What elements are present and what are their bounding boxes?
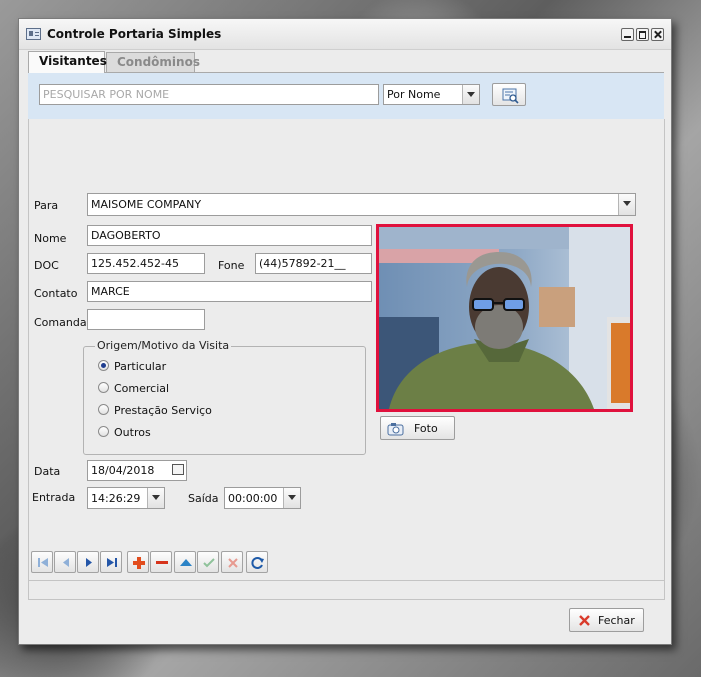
camera-icon <box>387 423 404 436</box>
cancel-record-button[interactable] <box>221 551 243 573</box>
contato-field[interactable]: MARCE <box>87 281 372 302</box>
visitor-photo <box>376 224 633 412</box>
search-button[interactable] <box>492 83 526 106</box>
radio-particular[interactable] <box>98 360 109 371</box>
comanda-label: Comanda <box>34 316 87 329</box>
fone-label: Fone <box>218 259 245 272</box>
delete-record-button[interactable] <box>150 551 172 573</box>
minimize-button[interactable] <box>621 28 634 41</box>
post-record-button[interactable] <box>197 551 219 573</box>
contato-label: Contato <box>34 287 78 300</box>
para-select[interactable]: MAISOME COMPANY <box>87 193 636 216</box>
last-record-button[interactable] <box>100 551 122 573</box>
close-window-button[interactable] <box>651 28 664 41</box>
saida-value: 00:00:00 <box>228 492 278 505</box>
nome-label: Nome <box>34 232 67 245</box>
foto-button-label: Foto <box>414 422 438 435</box>
data-value: 18/04/2018 <box>91 464 155 477</box>
fone-field[interactable]: (44)57892-21__ <box>255 253 372 274</box>
doc-field[interactable]: 125.452.452-45 <box>87 253 205 274</box>
search-input[interactable] <box>39 84 379 105</box>
chevron-down-icon <box>147 488 164 508</box>
data-label: Data <box>34 465 61 478</box>
title-bar[interactable]: Controle Portaria Simples <box>19 19 671 50</box>
chevron-down-icon <box>283 488 300 508</box>
search-list-icon <box>502 88 519 104</box>
divider <box>28 599 665 600</box>
app-icon <box>26 28 41 40</box>
para-label: Para <box>34 199 59 212</box>
radio-comercial[interactable] <box>98 382 109 393</box>
tab-condominos[interactable]: Condôminos <box>106 52 200 72</box>
prior-icon <box>63 558 69 567</box>
entrada-value: 14:26:29 <box>91 492 141 505</box>
radio-prestacao-servico[interactable] <box>98 404 109 415</box>
nome-field[interactable]: DAGOBERTO <box>87 225 372 246</box>
cancel-icon <box>228 558 238 568</box>
insert-record-button[interactable] <box>127 551 149 573</box>
chevron-down-icon <box>618 194 635 215</box>
search-mode-value: Por Nome <box>387 88 441 101</box>
refresh-button[interactable] <box>246 551 268 573</box>
comanda-field[interactable] <box>87 309 205 330</box>
doc-label: DOC <box>34 259 59 272</box>
para-value: MAISOME COMPANY <box>91 198 202 211</box>
edit-record-button[interactable] <box>174 551 196 573</box>
main-window: Controle Portaria Simples Visitantes Con… <box>18 18 672 645</box>
last-icon <box>107 558 117 567</box>
delete-icon <box>156 561 168 564</box>
divider <box>28 580 665 581</box>
data-field[interactable]: 18/04/2018 <box>87 460 187 481</box>
option-particular-label: Particular <box>114 360 167 373</box>
saida-time-field[interactable]: 00:00:00 <box>224 487 301 509</box>
maximize-button[interactable] <box>636 28 649 41</box>
search-mode-select[interactable]: Por Nome <box>383 84 480 105</box>
entrada-time-field[interactable]: 14:26:29 <box>87 487 165 509</box>
next-icon <box>86 558 92 567</box>
window-title: Controle Portaria Simples <box>47 27 222 41</box>
calendar-icon[interactable] <box>172 464 184 475</box>
option-prestacao-servico-label: Prestação Serviço <box>114 404 212 417</box>
saida-label: Saída <box>188 492 219 505</box>
fechar-button-label: Fechar <box>598 614 635 627</box>
prior-record-button[interactable] <box>54 551 76 573</box>
fechar-button[interactable]: Fechar <box>569 608 644 632</box>
option-comercial-label: Comercial <box>114 382 170 395</box>
webcam-image <box>379 227 630 409</box>
first-record-button[interactable] <box>31 551 53 573</box>
entrada-label: Entrada <box>32 491 76 504</box>
close-icon <box>579 615 590 626</box>
foto-button[interactable]: Foto <box>380 416 455 440</box>
first-icon <box>38 558 48 567</box>
tab-visitantes[interactable]: Visitantes <box>28 51 107 73</box>
refresh-icon <box>251 557 264 569</box>
post-icon <box>203 558 215 568</box>
next-record-button[interactable] <box>77 551 99 573</box>
edit-icon <box>180 559 192 566</box>
insert-icon <box>133 557 145 569</box>
radio-outros[interactable] <box>98 426 109 437</box>
origem-group-title: Origem/Motivo da Visita <box>95 339 232 352</box>
chevron-down-icon <box>462 85 479 104</box>
option-outros-label: Outros <box>114 426 151 439</box>
